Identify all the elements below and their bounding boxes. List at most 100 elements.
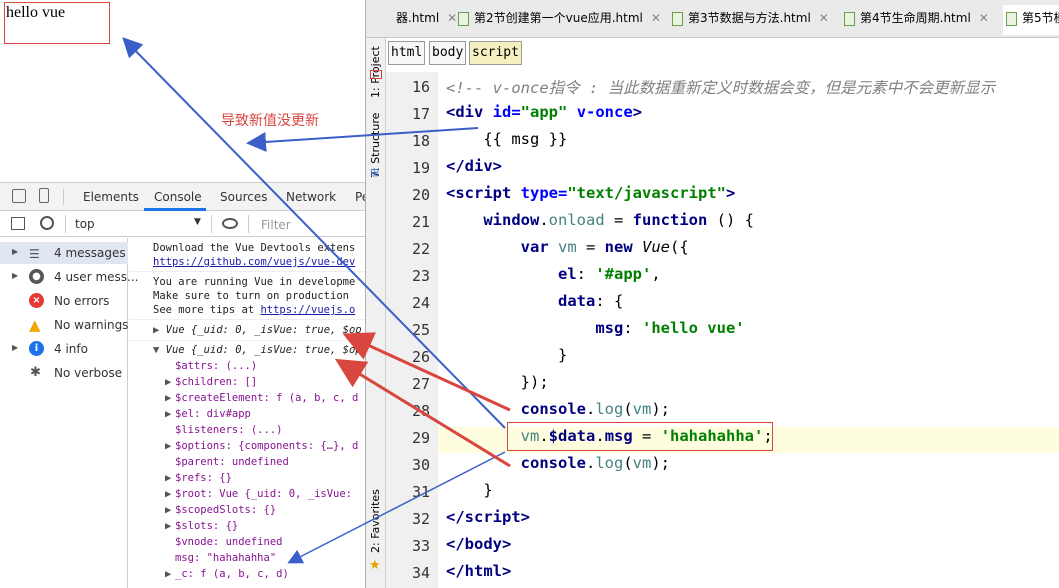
html-file-icon bbox=[1006, 11, 1017, 26]
structure-tree-icon: ⊞ bbox=[370, 166, 380, 179]
breadcrumb-script[interactable]: script bbox=[469, 41, 522, 65]
close-icon[interactable]: ✕ bbox=[447, 11, 457, 25]
line-number: 25 bbox=[411, 321, 430, 339]
eye-icon[interactable] bbox=[222, 218, 238, 229]
line-number: 22 bbox=[411, 240, 430, 258]
sidebar-item-errors[interactable]: × No errors bbox=[0, 290, 128, 312]
expand-arrow-icon[interactable]: ▶ bbox=[165, 408, 175, 420]
sidebar-label: No warnings bbox=[54, 318, 129, 332]
tab-label: 器.html bbox=[396, 11, 440, 25]
sidebar-item-messages[interactable]: ▶ ☰ 4 messages bbox=[0, 242, 128, 264]
tab-sources[interactable]: Sources bbox=[220, 190, 267, 204]
annotation-text: 导致新值没更新 bbox=[221, 113, 319, 129]
console-link[interactable]: https://github.com/vuejs/vue-dev bbox=[153, 256, 355, 268]
object-summary: Vue {_uid: 0, _isVue: true, $op bbox=[165, 344, 362, 356]
close-icon[interactable]: ✕ bbox=[651, 11, 661, 25]
console-link[interactable]: https://vuejs.o bbox=[260, 304, 355, 316]
sidebar-item-verbose[interactable]: ✱ No verbose bbox=[0, 362, 128, 384]
code-line-31: } bbox=[446, 481, 493, 499]
line-number: 34 bbox=[411, 564, 430, 582]
sidebar-item-warnings[interactable]: ▲ No warnings bbox=[0, 314, 128, 336]
line-number: 19 bbox=[411, 159, 430, 177]
expand-arrow-icon[interactable]: ▶ bbox=[165, 376, 175, 388]
line-number: 24 bbox=[411, 294, 430, 312]
object-property[interactable]: ▶ $el: div#app bbox=[165, 408, 251, 420]
console-message: Download the Vue Devtools extens bbox=[153, 242, 356, 254]
chevron-down-icon[interactable]: ▼ bbox=[194, 217, 201, 227]
close-icon[interactable]: ✕ bbox=[819, 11, 829, 25]
tab-console[interactable]: Console bbox=[154, 190, 202, 204]
sidebar-toggle-icon[interactable] bbox=[11, 217, 25, 230]
favorites-tool-button[interactable]: 2: Favorites bbox=[369, 489, 382, 553]
property-text: $listeners: (...) bbox=[175, 424, 283, 436]
user-icon: ● bbox=[29, 269, 44, 284]
editor-tab[interactable]: 第2节创建第一个vue应用.html ✕ bbox=[458, 9, 661, 31]
app-div: hello vue bbox=[4, 2, 110, 44]
expand-arrow-icon[interactable]: ▶ bbox=[165, 504, 175, 516]
structure-icon bbox=[370, 70, 382, 79]
expand-arrow-icon[interactable]: ▶ bbox=[12, 271, 18, 280]
tool-window-strip: 1: Project 7: Structure ⊞ 2: Favorites ★ bbox=[366, 38, 386, 588]
expand-arrow-icon[interactable]: ▶ bbox=[12, 343, 18, 352]
inspect-icon[interactable] bbox=[12, 189, 26, 203]
editor-tab[interactable]: 第3节数据与方法.html ✕ bbox=[672, 9, 829, 31]
breadcrumb-html[interactable]: html bbox=[388, 41, 426, 65]
object-property[interactable]: ▶ $options: {components: {…}, d bbox=[165, 440, 358, 452]
sidebar-item-info[interactable]: ▶ i 4 info bbox=[0, 338, 128, 360]
breadcrumb-body[interactable]: body bbox=[429, 41, 467, 65]
editor-tab-bar: 器.html ✕ 第2节创建第一个vue应用.html ✕ 第3节数据与方法.htm… bbox=[366, 0, 1059, 38]
property-text: $refs: {} bbox=[175, 472, 232, 484]
editor-tab[interactable]: 第4节生命周期.html ✕ bbox=[844, 9, 989, 31]
tab-elements[interactable]: Elements bbox=[83, 190, 139, 204]
sidebar-label: No verbose bbox=[54, 366, 123, 380]
clear-console-icon[interactable] bbox=[40, 216, 54, 230]
code-line-17: <div id="app" v-once> bbox=[446, 103, 643, 121]
expand-arrow-icon[interactable]: ▶ bbox=[165, 440, 175, 452]
object-property[interactable]: ▶ $refs: {} bbox=[165, 472, 232, 484]
expand-arrow-icon[interactable]: ▶ bbox=[12, 247, 18, 256]
code-line-32: </script> bbox=[446, 508, 530, 526]
line-number: 21 bbox=[411, 213, 430, 231]
object-property[interactable]: ▶ $createElement: f (a, b, c, d bbox=[165, 392, 358, 404]
filter-input[interactable]: Filter bbox=[261, 218, 291, 232]
code-line-22: var vm = new Vue({ bbox=[520, 238, 689, 256]
object-property[interactable]: ▶ $children: [] bbox=[165, 376, 257, 388]
console-output: Download the Vue Devtools extens https:/… bbox=[129, 238, 365, 588]
context-selector[interactable]: top bbox=[75, 217, 95, 231]
editor-tab[interactable]: 器.html ✕ bbox=[396, 9, 457, 31]
object-property[interactable]: ▶ $slots: {} bbox=[165, 520, 238, 532]
expand-arrow-icon[interactable]: ▶ bbox=[165, 520, 175, 532]
console-message: Make sure to turn on production bbox=[153, 290, 349, 302]
code-line-27: }); bbox=[446, 373, 549, 391]
collapse-arrow-icon[interactable]: ▼ bbox=[153, 344, 166, 356]
code-line-24: data: { bbox=[557, 292, 624, 310]
object-property[interactable]: ▶ $root: Vue {_uid: 0, _isVue: bbox=[165, 488, 352, 500]
expand-arrow-icon[interactable]: ▶ bbox=[165, 472, 175, 484]
editor-tab-active[interactable]: 第5节模 bbox=[1003, 5, 1059, 35]
expand-arrow-icon[interactable]: ▶ bbox=[153, 324, 166, 336]
expand-arrow-icon[interactable]: ▶ bbox=[165, 392, 175, 404]
property-text: _c: f (a, b, c, d) bbox=[175, 568, 289, 580]
expand-arrow-icon[interactable]: ▶ bbox=[165, 488, 175, 500]
line-number: 30 bbox=[411, 456, 430, 474]
line-number: 29 bbox=[411, 429, 430, 447]
code-line-33: </body> bbox=[446, 535, 512, 553]
tab-network[interactable]: Network bbox=[286, 190, 336, 204]
object-property: msg: "hahahahha" bbox=[165, 552, 276, 564]
code-area[interactable]: <!-- v-once指令 : 当此数据重新定义时数据会变，但是元素中不会更新显… bbox=[438, 72, 1059, 588]
console-object-expanded[interactable]: ▼ Vue {_uid: 0, _isVue: true, $op bbox=[153, 344, 362, 356]
line-number: 28 bbox=[411, 402, 430, 420]
expand-arrow-icon[interactable]: ▶ bbox=[165, 568, 175, 580]
line-number: 16 bbox=[411, 78, 430, 96]
object-property: $attrs: (...) bbox=[165, 360, 257, 372]
console-object-collapsed[interactable]: ▶ Vue {_uid: 0, _isVue: true, $op bbox=[153, 324, 362, 336]
sidebar-item-user-messages[interactable]: ▶ ● 4 user mess... bbox=[0, 266, 138, 288]
tab-label: 第3节数据与方法.html bbox=[688, 11, 811, 25]
property-text: $root: Vue {_uid: 0, _isVue: bbox=[175, 488, 353, 500]
object-property[interactable]: ▶ $scopedSlots: {} bbox=[165, 504, 276, 516]
object-property[interactable]: ▶ _c: f (a, b, c, d) bbox=[165, 568, 289, 580]
code-line-20: <script type="text/javascript"> bbox=[446, 184, 736, 202]
code-line-25: msg: 'hello vue' bbox=[595, 319, 745, 337]
device-toggle-icon[interactable] bbox=[39, 188, 49, 203]
close-icon[interactable]: ✕ bbox=[979, 11, 989, 25]
